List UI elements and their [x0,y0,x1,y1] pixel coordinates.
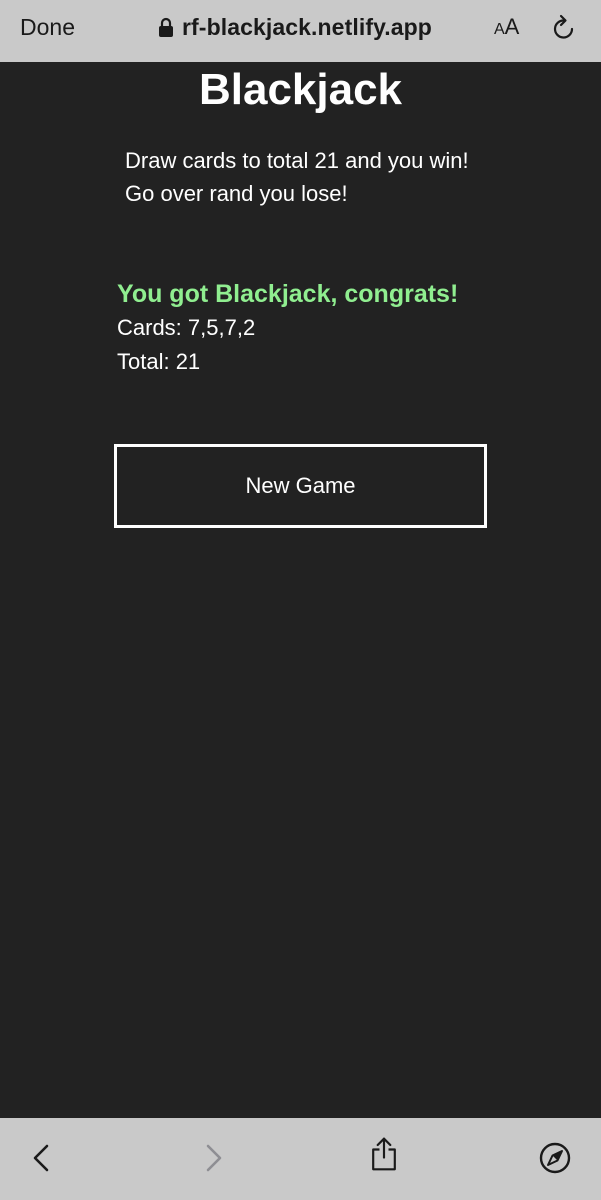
address-bar[interactable]: rf-blackjack.netlify.app [158,11,432,43]
instruction-line-2: Go over rand you lose! [125,181,348,206]
url-text: rf-blackjack.netlify.app [182,14,432,40]
text-size-large-letter: A [504,14,520,39]
text-size-button[interactable]: AA [494,14,519,43]
instruction-line-1: Draw cards to total 21 and you win! [125,148,469,173]
done-button[interactable]: Done [20,12,75,42]
reload-icon[interactable] [550,12,578,42]
game-result: You got Blackjack, congrats! Cards: 7,5,… [117,277,577,379]
compass-icon[interactable] [538,1140,572,1176]
lock-icon [159,17,173,37]
browser-top-bar: Done rf-blackjack.netlify.app AA [0,0,601,62]
text-size-small-letter: A [494,21,505,38]
result-message: You got Blackjack, congrats! [117,280,459,308]
new-game-button[interactable]: New Game [114,444,487,528]
page-title: Blackjack [198,65,403,114]
share-icon[interactable] [367,1136,401,1172]
total-line: Total: 21 [117,349,201,374]
cards-line: Cards: 7,5,7,2 [117,315,256,340]
chevron-right-icon[interactable] [198,1140,232,1176]
chevron-left-icon[interactable] [26,1140,60,1176]
instructions: Draw cards to total 21 and you win! Go o… [125,144,545,210]
browser-bottom-toolbar [0,1118,601,1200]
